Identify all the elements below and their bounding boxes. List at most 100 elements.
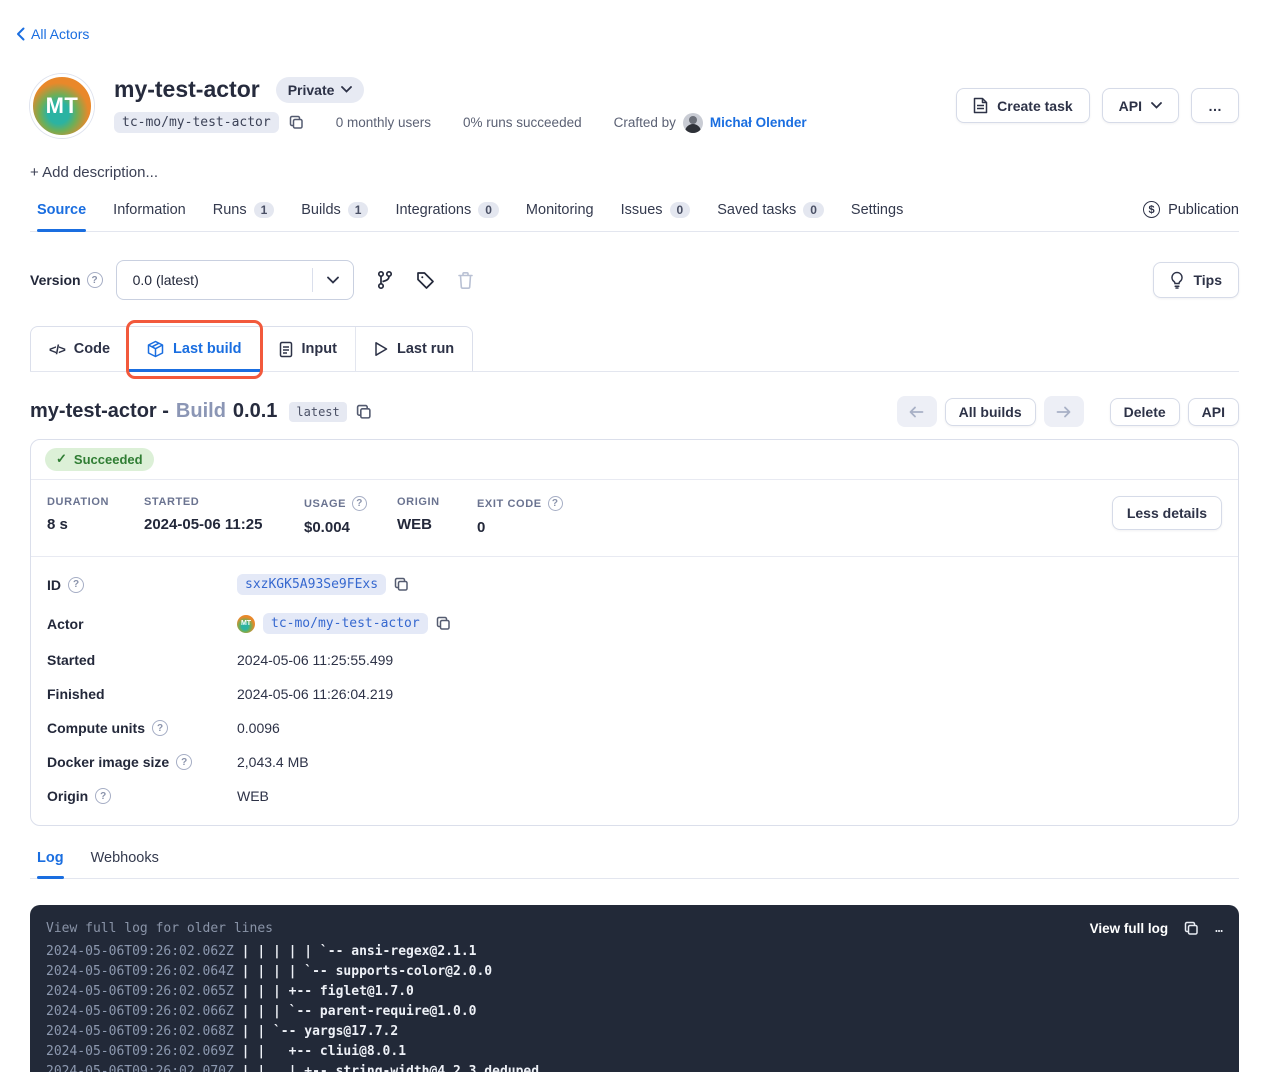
stat-origin: ORIGIN WEB bbox=[397, 496, 477, 536]
less-details-button[interactable]: Less details bbox=[1112, 496, 1222, 530]
runs-count-badge: 1 bbox=[254, 202, 275, 218]
copy-id-icon[interactable] bbox=[394, 577, 409, 592]
source-tab-bar: </> Code Last build Input Last run bbox=[30, 326, 1239, 372]
copy-build-id-icon[interactable] bbox=[356, 404, 372, 420]
detail-row-origin: Origin? WEB bbox=[31, 779, 1238, 813]
actor-handle: tc-mo/my-test-actor bbox=[114, 112, 279, 133]
input-doc-icon bbox=[279, 341, 293, 358]
runs-succeeded-stat: 0% runs succeeded bbox=[463, 115, 582, 130]
tab-builds[interactable]: Builds1 bbox=[301, 202, 368, 218]
actor-header: MT my-test-actor Private tc-mo/my-test-a… bbox=[30, 74, 1239, 138]
log-line: 2024-05-06T09:26:02.065Z | | | +-- figle… bbox=[46, 982, 1223, 1002]
check-icon: ✓ bbox=[56, 451, 67, 467]
main-tab-bar: Source Information Runs1 Builds1 Integra… bbox=[30, 201, 1239, 232]
tab-last-run[interactable]: Last run bbox=[355, 327, 472, 371]
build-version: 0.0.1 bbox=[233, 400, 277, 423]
build-stats-row: DURATION 8 s STARTED 2024-05-06 11:25 US… bbox=[31, 480, 1238, 557]
stat-exit-code: EXIT CODE? 0 bbox=[477, 496, 575, 536]
tab-input[interactable]: Input bbox=[260, 327, 355, 371]
next-build-button bbox=[1044, 396, 1084, 427]
help-icon[interactable]: ? bbox=[68, 577, 84, 593]
tab-runs[interactable]: Runs1 bbox=[213, 202, 275, 218]
build-id-value[interactable]: sxzKGK5A93Se9FExs bbox=[237, 574, 386, 595]
log-more-icon[interactable]: … bbox=[1215, 921, 1223, 936]
delete-button[interactable]: Delete bbox=[1110, 398, 1180, 426]
git-branch-icon[interactable] bbox=[376, 270, 394, 290]
tab-code[interactable]: </> Code bbox=[31, 327, 128, 371]
version-select-value: 0.0 (latest) bbox=[117, 272, 312, 288]
chevron-down-icon bbox=[341, 86, 352, 93]
more-actions-button[interactable]: … bbox=[1191, 88, 1239, 123]
add-description-link[interactable]: + Add description... bbox=[30, 164, 158, 181]
log-tab-bar: Log Webhooks bbox=[30, 850, 1239, 879]
chevron-left-icon bbox=[16, 27, 25, 41]
tab-saved-tasks[interactable]: Saved tasks0 bbox=[717, 202, 824, 218]
detail-row-id: ID? sxzKGK5A93Se9FExs bbox=[31, 565, 1238, 604]
trash-icon bbox=[457, 271, 474, 290]
view-full-log-button[interactable]: View full log bbox=[1090, 921, 1169, 936]
detail-row-docker-size: Docker image size? 2,043.4 MB bbox=[31, 745, 1238, 779]
version-select[interactable]: 0.0 (latest) bbox=[116, 260, 354, 300]
tab-source[interactable]: Source bbox=[37, 202, 86, 218]
log-lines: 2024-05-06T09:26:02.062Z | | | | | `-- a… bbox=[46, 942, 1223, 1072]
play-icon bbox=[374, 341, 388, 357]
saved-tasks-count-badge: 0 bbox=[803, 202, 824, 218]
breadcrumb[interactable]: All Actors bbox=[16, 26, 89, 42]
help-icon[interactable]: ? bbox=[548, 496, 563, 511]
copy-handle-icon[interactable] bbox=[289, 115, 304, 130]
build-title: my-test-actor - Build 0.0.1 bbox=[30, 400, 277, 423]
help-icon[interactable]: ? bbox=[176, 754, 192, 770]
ellipsis-icon: … bbox=[1208, 98, 1222, 114]
author-link[interactable]: Michał Olender bbox=[710, 115, 807, 130]
actor-link-pill[interactable]: tc-mo/my-test-actor bbox=[263, 613, 428, 634]
stat-usage: USAGE? $0.004 bbox=[304, 496, 397, 536]
detail-row-finished: Finished 2024-05-06 11:26:04.219 bbox=[31, 677, 1238, 711]
build-detail-card: ✓ Succeeded DURATION 8 s STARTED 2024-05… bbox=[30, 439, 1239, 826]
build-api-button[interactable]: API bbox=[1188, 398, 1239, 426]
crafted-by-label: Crafted by bbox=[614, 115, 676, 130]
visibility-dropdown[interactable]: Private bbox=[276, 77, 365, 103]
publication-link[interactable]: $ Publication bbox=[1143, 201, 1239, 218]
tips-button[interactable]: Tips bbox=[1153, 262, 1239, 298]
page-title: my-test-actor bbox=[114, 76, 260, 103]
tab-monitoring[interactable]: Monitoring bbox=[526, 202, 594, 218]
code-icon: </> bbox=[49, 342, 65, 357]
log-line: 2024-05-06T09:26:02.062Z | | | | | `-- a… bbox=[46, 942, 1223, 962]
monthly-users-stat: 0 monthly users bbox=[336, 115, 431, 130]
version-bar: Version ? 0.0 (latest) Tips bbox=[30, 260, 1239, 300]
tab-information[interactable]: Information bbox=[113, 202, 186, 218]
builds-count-badge: 1 bbox=[348, 202, 369, 218]
prev-build-button bbox=[897, 396, 937, 427]
tab-issues[interactable]: Issues0 bbox=[621, 202, 691, 218]
help-icon[interactable]: ? bbox=[95, 788, 111, 804]
tab-last-build[interactable]: Last build bbox=[128, 327, 259, 371]
tab-integrations[interactable]: Integrations0 bbox=[395, 202, 498, 218]
actor-mini-avatar: MT bbox=[237, 615, 255, 633]
tag-icon[interactable] bbox=[416, 271, 435, 290]
api-dropdown-button[interactable]: API bbox=[1102, 88, 1179, 123]
all-builds-button[interactable]: All builds bbox=[945, 398, 1036, 426]
copy-log-icon[interactable] bbox=[1184, 921, 1199, 936]
detail-row-started: Started 2024-05-06 11:25:55.499 bbox=[31, 643, 1238, 677]
detail-row-compute-units: Compute units? 0.0096 bbox=[31, 711, 1238, 745]
create-task-button[interactable]: Create task bbox=[956, 88, 1090, 123]
status-badge: ✓ Succeeded bbox=[45, 448, 154, 471]
lightbulb-icon bbox=[1170, 271, 1184, 289]
tab-log[interactable]: Log bbox=[37, 850, 64, 866]
log-line: 2024-05-06T09:26:02.064Z | | | | `-- sup… bbox=[46, 962, 1223, 982]
detail-row-actor: Actor MT tc-mo/my-test-actor bbox=[31, 604, 1238, 643]
chevron-down-icon bbox=[313, 276, 353, 284]
tab-webhooks[interactable]: Webhooks bbox=[91, 850, 159, 866]
help-icon[interactable]: ? bbox=[87, 272, 103, 288]
stat-started: STARTED 2024-05-06 11:25 bbox=[144, 496, 304, 536]
copy-actor-icon[interactable] bbox=[436, 616, 451, 631]
tab-settings[interactable]: Settings bbox=[851, 202, 903, 218]
help-icon[interactable]: ? bbox=[152, 720, 168, 736]
actor-avatar: MT bbox=[30, 74, 94, 138]
arrow-left-icon bbox=[909, 406, 924, 418]
log-line: 2024-05-06T09:26:02.066Z | | | `-- paren… bbox=[46, 1002, 1223, 1022]
help-icon[interactable]: ? bbox=[352, 496, 367, 511]
older-lines-notice[interactable]: View full log for older lines bbox=[46, 921, 273, 936]
breadcrumb-label: All Actors bbox=[31, 26, 89, 42]
box-icon bbox=[147, 340, 164, 358]
